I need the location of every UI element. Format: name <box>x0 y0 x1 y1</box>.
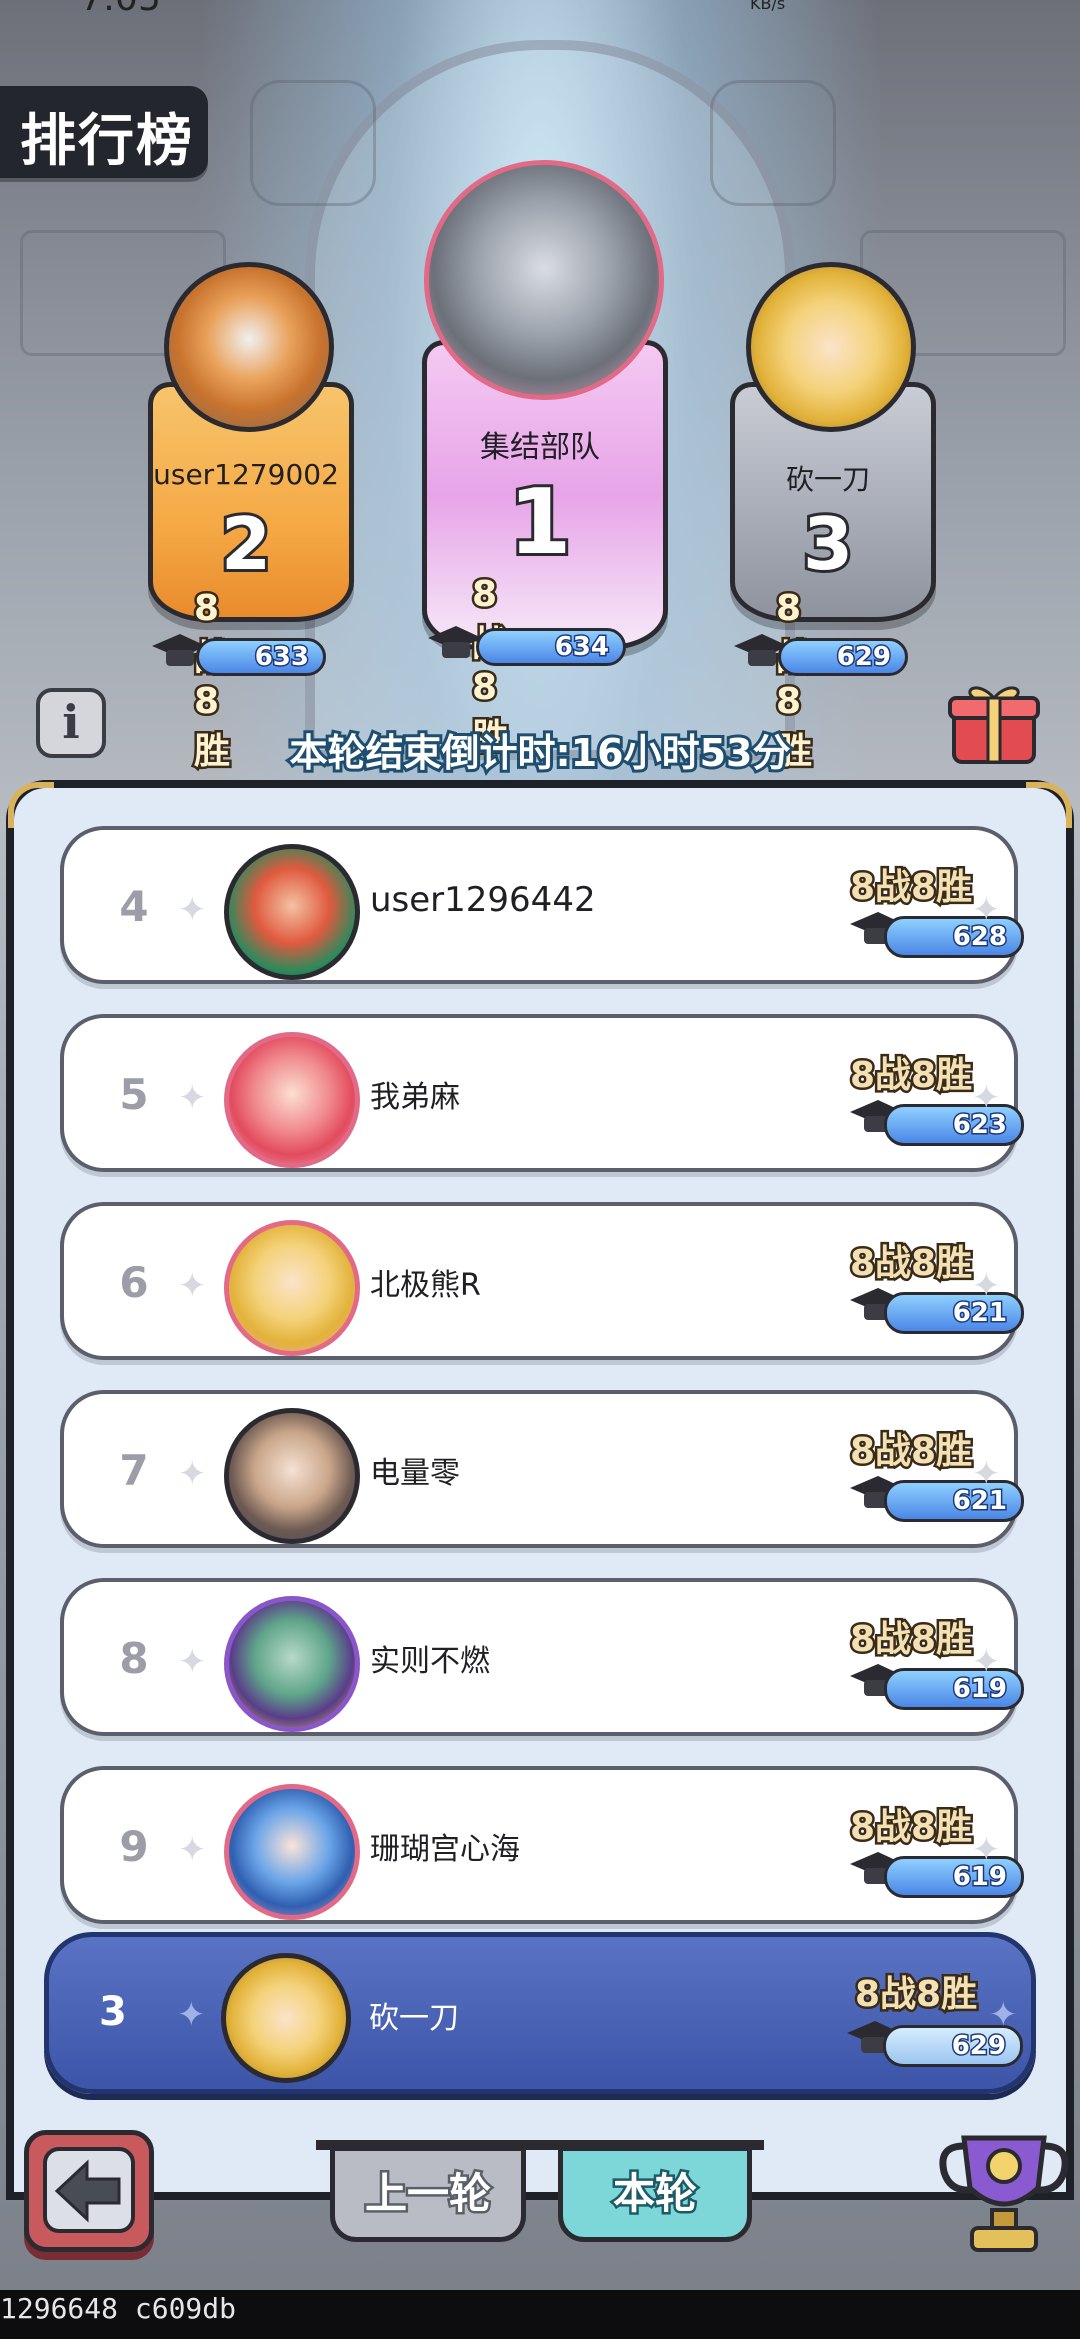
sparkle-icon: ✦ <box>989 1995 1018 2035</box>
avatar <box>746 262 916 432</box>
sparkle-icon: ✦ <box>178 1642 207 1682</box>
back-button[interactable] <box>24 2130 154 2252</box>
row-rank: 6 <box>119 1258 149 1307</box>
avatar <box>224 1032 360 1168</box>
list-item[interactable]: 8 ✦ 实则不燃 8战8胜 619 ✦ <box>60 1578 1024 1736</box>
row-record: 8战8胜 <box>847 1429 974 1475</box>
row-rank: 8 <box>119 1634 149 1683</box>
back-arrow-icon <box>54 2159 121 2223</box>
row-name: 珊瑚宫心海 <box>370 1832 520 1867</box>
list-item[interactable]: 5 ✦ 我弟麻 8战8胜 623 ✦ <box>60 1014 1024 1172</box>
page-title-text: 排行榜 <box>20 109 194 174</box>
sparkle-icon: ✦ <box>972 1266 1001 1306</box>
podium-name: 砍一刀 <box>785 463 870 496</box>
avatar <box>224 1596 360 1732</box>
podium-name: 集结部队 <box>480 430 600 465</box>
status-time: 7:05 <box>80 0 161 19</box>
row-name: 北极熊R <box>370 1268 481 1303</box>
sparkle-icon: ✦ <box>178 1266 207 1306</box>
row-rank: 4 <box>119 882 149 931</box>
list-item[interactable]: 9 ✦ 珊瑚宫心海 8战8胜 619 ✦ <box>60 1766 1024 1924</box>
row-score: 621 <box>884 1292 1024 1334</box>
sparkle-icon: ✦ <box>972 890 1001 930</box>
sparkle-icon: ✦ <box>178 1078 207 1118</box>
list-item[interactable]: 6 ✦ 北极熊R 8战8胜 621 ✦ <box>60 1202 1024 1360</box>
row-score: 623 <box>884 1104 1024 1146</box>
row-score: 619 <box>884 1856 1024 1898</box>
avatar <box>224 1784 360 1920</box>
build-id: 1296648 c609db <box>0 2292 237 2325</box>
row-record: 8战8胜 <box>847 865 974 911</box>
row-rank: 5 <box>119 1070 149 1119</box>
round-countdown: 本轮结束倒计时:16小时53分 <box>287 728 794 778</box>
sparkle-icon: ✦ <box>178 890 207 930</box>
podium-rank: 3 <box>800 499 856 589</box>
sparkle-icon: ✦ <box>178 1830 207 1870</box>
sparkle-icon: ✦ <box>972 1078 1001 1118</box>
trophy-icon[interactable] <box>934 2128 1074 2258</box>
podium-score: 633 <box>196 638 326 676</box>
row-score: 628 <box>884 916 1024 958</box>
avatar <box>224 1408 360 1544</box>
sparkle-icon: ✦ <box>972 1830 1001 1870</box>
avatar <box>224 844 360 980</box>
sparkle-icon: ✦ <box>177 1995 206 2035</box>
avatar <box>221 1953 351 2083</box>
row-name: 电量零 <box>370 1456 460 1491</box>
podium-name: user1279002 <box>153 458 339 491</box>
row-record: 8战8胜 <box>847 1053 974 1099</box>
row-rank: 7 <box>119 1446 149 1495</box>
sparkle-icon: ✦ <box>178 1454 207 1494</box>
avatar <box>164 262 334 432</box>
my-record: 8战8胜 <box>852 1972 979 2018</box>
tab-current-round[interactable]: 本轮 <box>558 2146 752 2242</box>
my-rank-row[interactable]: 3 ✦ 砍一刀 8战8胜 629 ✦ <box>44 1932 1036 2094</box>
sparkle-icon: ✦ <box>972 1642 1001 1682</box>
build-footer: 1296648 c609db <box>0 2290 1080 2339</box>
status-network-speed: KB/s <box>750 0 786 13</box>
page-title: 排行榜 <box>0 86 208 178</box>
podium-rank: 1 <box>506 467 575 578</box>
row-name: 实则不燃 <box>370 1644 490 1679</box>
row-record: 8战8胜 <box>847 1617 974 1663</box>
my-rank: 3 <box>99 1989 127 2035</box>
row-score: 621 <box>884 1480 1024 1522</box>
row-rank: 9 <box>119 1822 149 1871</box>
tab-previous-round[interactable]: 上一轮 <box>330 2146 526 2242</box>
row-record: 8战8胜 <box>847 1805 974 1851</box>
podium-rank: 2 <box>218 499 274 589</box>
row-record: 8战8胜 <box>847 1241 974 1287</box>
my-name: 砍一刀 <box>369 2001 459 2036</box>
avatar <box>424 160 664 400</box>
sparkle-icon: ✦ <box>972 1454 1001 1494</box>
podium-score: 634 <box>476 628 626 666</box>
list-item[interactable]: 4 ✦ user1296442 8战8胜 628 ✦ <box>60 826 1024 984</box>
avatar <box>224 1220 360 1356</box>
row-score: 619 <box>884 1668 1024 1710</box>
row-name: user1296442 <box>370 880 596 920</box>
list-item[interactable]: 7 ✦ 电量零 8战8胜 621 ✦ <box>60 1390 1024 1548</box>
row-name: 我弟麻 <box>370 1080 460 1115</box>
podium-score: 629 <box>778 638 908 676</box>
status-bar: 7:05 KB/s <box>0 0 1080 19</box>
